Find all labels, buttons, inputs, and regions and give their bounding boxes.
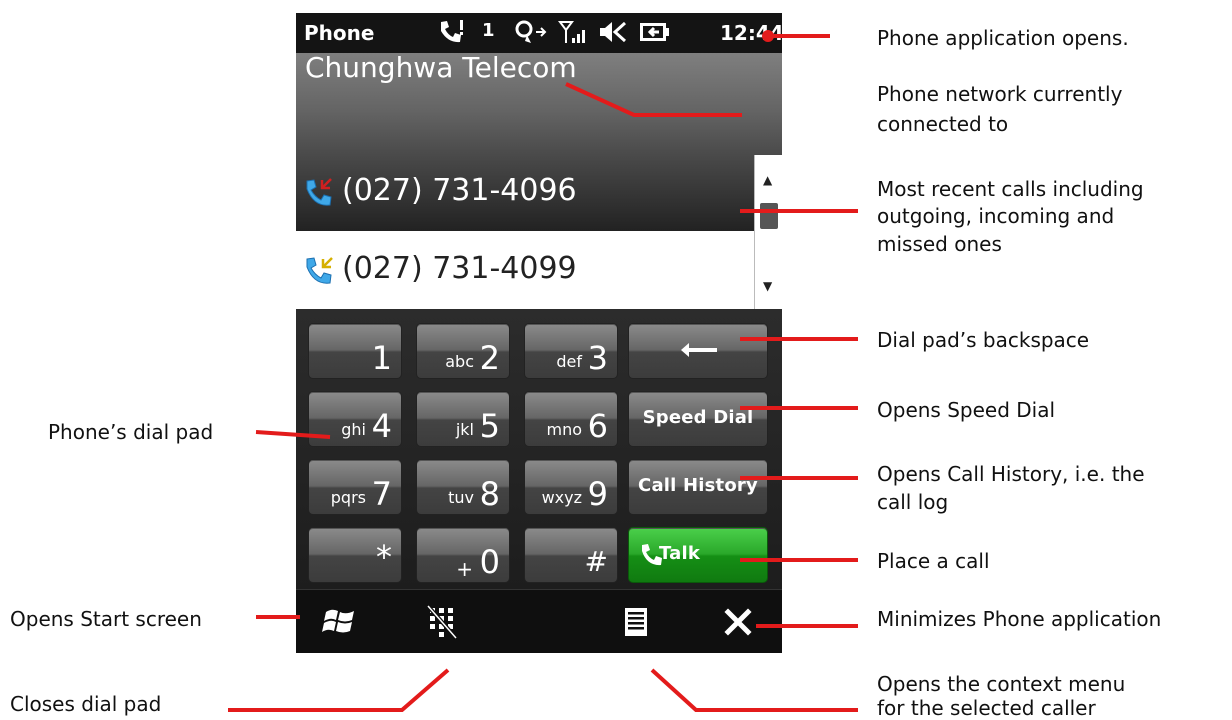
annotation-line bbox=[228, 668, 450, 712]
annotation-network: Phone network currently bbox=[877, 82, 1123, 106]
annotation-recent-calls: Most recent calls including bbox=[877, 177, 1144, 201]
annotation-call-history: Opens Call History, i.e. the bbox=[877, 462, 1145, 486]
annotation-call-history: call log bbox=[877, 490, 949, 514]
annotation-backspace: Dial pad’s backspace bbox=[877, 328, 1090, 352]
annotation-dial-pad: Phone’s dial pad bbox=[48, 420, 214, 444]
annotation-start-screen: Opens Start screen bbox=[10, 607, 202, 631]
annotation-line bbox=[650, 668, 858, 712]
annotation-context-menu: Opens the context menu bbox=[877, 672, 1126, 696]
annotation-line bbox=[255, 430, 331, 439]
annotation-recent-calls: missed ones bbox=[877, 232, 1002, 256]
annotation-minimize: Minimizes Phone application bbox=[877, 607, 1162, 631]
annotation-recent-calls: outgoing, incoming and bbox=[877, 204, 1115, 228]
annotation-speed-dial: Opens Speed Dial bbox=[877, 398, 1056, 422]
annotation-app-opens: Phone application opens. bbox=[877, 26, 1129, 50]
annotation-closes-dialpad: Closes dial pad bbox=[10, 692, 162, 716]
annotation-place-call: Place a call bbox=[877, 549, 990, 573]
annotation-network: connected to bbox=[877, 112, 1009, 136]
annotation-line bbox=[565, 82, 742, 117]
annotation-context-menu: for the selected caller bbox=[877, 696, 1096, 720]
